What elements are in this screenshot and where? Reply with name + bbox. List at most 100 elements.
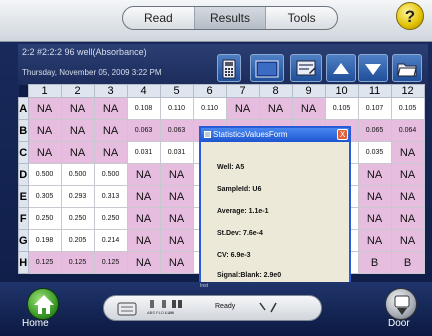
well-cell[interactable]: 0.125 (93, 251, 128, 274)
arrow-up-icon (333, 63, 349, 74)
well-cell[interactable]: NA (291, 97, 326, 120)
well-cell[interactable]: 0.198 (27, 229, 62, 252)
well-cell[interactable]: NA (126, 185, 161, 208)
well-cell[interactable]: 0.110 (192, 97, 227, 120)
calculator-button[interactable] (217, 54, 241, 82)
well-cell[interactable]: 0.125 (60, 251, 95, 274)
column-header: 4 (126, 84, 161, 98)
well-cell[interactable]: NA (357, 163, 392, 186)
well-cell[interactable]: 0.500 (60, 163, 95, 186)
well-cell[interactable]: NA (27, 119, 62, 142)
well-cell[interactable]: NA (159, 163, 194, 186)
well-cell[interactable]: 0.110 (159, 97, 194, 120)
well-cell[interactable]: 0.250 (93, 207, 128, 230)
row-header: A (18, 97, 29, 120)
well-cell[interactable]: NA (225, 97, 260, 120)
mode-abs-label: ABS (147, 310, 156, 315)
well-cell[interactable]: 0.107 (357, 97, 392, 120)
arrow-down-icon (365, 64, 381, 75)
connection-icon (259, 302, 277, 313)
well-cell[interactable]: NA (390, 185, 425, 208)
well-cell[interactable]: 0.063 (126, 119, 161, 142)
app-window: Read Results Tools ? 2:2 #2:2:2 96 well(… (0, 0, 432, 336)
dialog-title: StatisticsValuesForm (213, 130, 288, 139)
well-cell[interactable]: 0.108 (126, 97, 161, 120)
tab-strip: Read Results Tools (122, 6, 338, 30)
inst-label: Inst (200, 283, 209, 289)
folder-icon (397, 63, 417, 77)
well-cell[interactable]: NA (126, 163, 161, 186)
calculator-icon (222, 59, 236, 79)
well-cell[interactable]: NA (27, 141, 62, 164)
column-header: 9 (291, 84, 326, 98)
dialog-title-bar[interactable]: StatisticsValuesForm X (201, 128, 349, 142)
row-header: G (18, 229, 29, 252)
edit-button[interactable] (290, 54, 322, 82)
well-cell[interactable]: 0.105 (390, 97, 425, 120)
column-header: 1 (27, 84, 62, 98)
scroll-up-button[interactable] (326, 54, 356, 82)
well-cell[interactable]: NA (93, 97, 128, 120)
well-cell[interactable]: 0.065 (357, 119, 392, 142)
well-cell[interactable]: NA (390, 229, 425, 252)
well-cell[interactable]: NA (126, 251, 161, 274)
well-cell[interactable]: NA (357, 229, 392, 252)
well-cell[interactable]: 0.063 (159, 119, 194, 142)
well-cell[interactable]: NA (159, 229, 194, 252)
well-cell[interactable]: NA (159, 207, 194, 230)
well-cell[interactable]: 0.214 (93, 229, 128, 252)
display-button[interactable] (250, 54, 284, 82)
home-button[interactable] (27, 288, 59, 320)
well-cell[interactable]: 0.500 (93, 163, 128, 186)
row-header: B (18, 119, 29, 142)
tab-tools[interactable]: Tools (266, 7, 337, 29)
well-cell[interactable]: 0.250 (60, 207, 95, 230)
help-button[interactable]: ? (396, 2, 424, 30)
open-folder-button[interactable] (392, 54, 422, 82)
well-cell[interactable]: 0.035 (357, 141, 392, 164)
well-cell[interactable]: 0.500 (27, 163, 62, 186)
well-cell[interactable]: NA (357, 185, 392, 208)
form-icon (204, 131, 211, 138)
well-cell[interactable]: NA (60, 97, 95, 120)
well-cell[interactable]: 0.031 (159, 141, 194, 164)
well-cell[interactable]: NA (390, 163, 425, 186)
close-button[interactable]: X (337, 129, 348, 140)
well-cell[interactable]: NA (27, 97, 62, 120)
scroll-down-button[interactable] (358, 54, 388, 82)
row-header: D (18, 163, 29, 186)
tab-read[interactable]: Read (123, 7, 195, 29)
tab-results[interactable]: Results (194, 7, 267, 29)
well-cell[interactable]: 0.305 (27, 185, 62, 208)
well-cell[interactable]: B (390, 251, 425, 274)
well-cell[interactable]: NA (93, 119, 128, 142)
well-cell[interactable]: NA (258, 97, 293, 120)
well-cell[interactable]: NA (390, 207, 425, 230)
well-cell[interactable]: NA (159, 251, 194, 274)
well-cell[interactable]: NA (126, 229, 161, 252)
grid-corner (18, 84, 29, 98)
well-cell[interactable]: 0.205 (60, 229, 95, 252)
well-cell[interactable]: 0.031 (126, 141, 161, 164)
well-cell[interactable]: NA (357, 207, 392, 230)
lum-mode-icon (172, 300, 182, 308)
well-cell[interactable]: NA (390, 141, 425, 164)
door-button[interactable] (385, 288, 417, 320)
well-cell[interactable]: 0.313 (93, 185, 128, 208)
well-cell[interactable]: NA (159, 185, 194, 208)
row-header: E (18, 185, 29, 208)
well-cell[interactable]: NA (126, 207, 161, 230)
display-icon (255, 60, 279, 78)
well-cell[interactable]: 0.125 (27, 251, 62, 274)
well-cell[interactable]: 0.293 (60, 185, 95, 208)
well-cell[interactable]: 0.064 (390, 119, 425, 142)
well-cell[interactable]: NA (60, 119, 95, 142)
well-cell[interactable]: 0.250 (27, 207, 62, 230)
well-cell[interactable]: 0.105 (324, 97, 359, 120)
stat-signal-blank: Signal:Blank: 2.9e0 (217, 272, 282, 279)
well-cell[interactable]: NA (60, 141, 95, 164)
row-header: F (18, 207, 29, 230)
read-timestamp: Thursday, November 05, 2009 3:22 PM (22, 68, 162, 77)
well-cell[interactable]: NA (93, 141, 128, 164)
well-cell[interactable]: B (357, 251, 392, 274)
